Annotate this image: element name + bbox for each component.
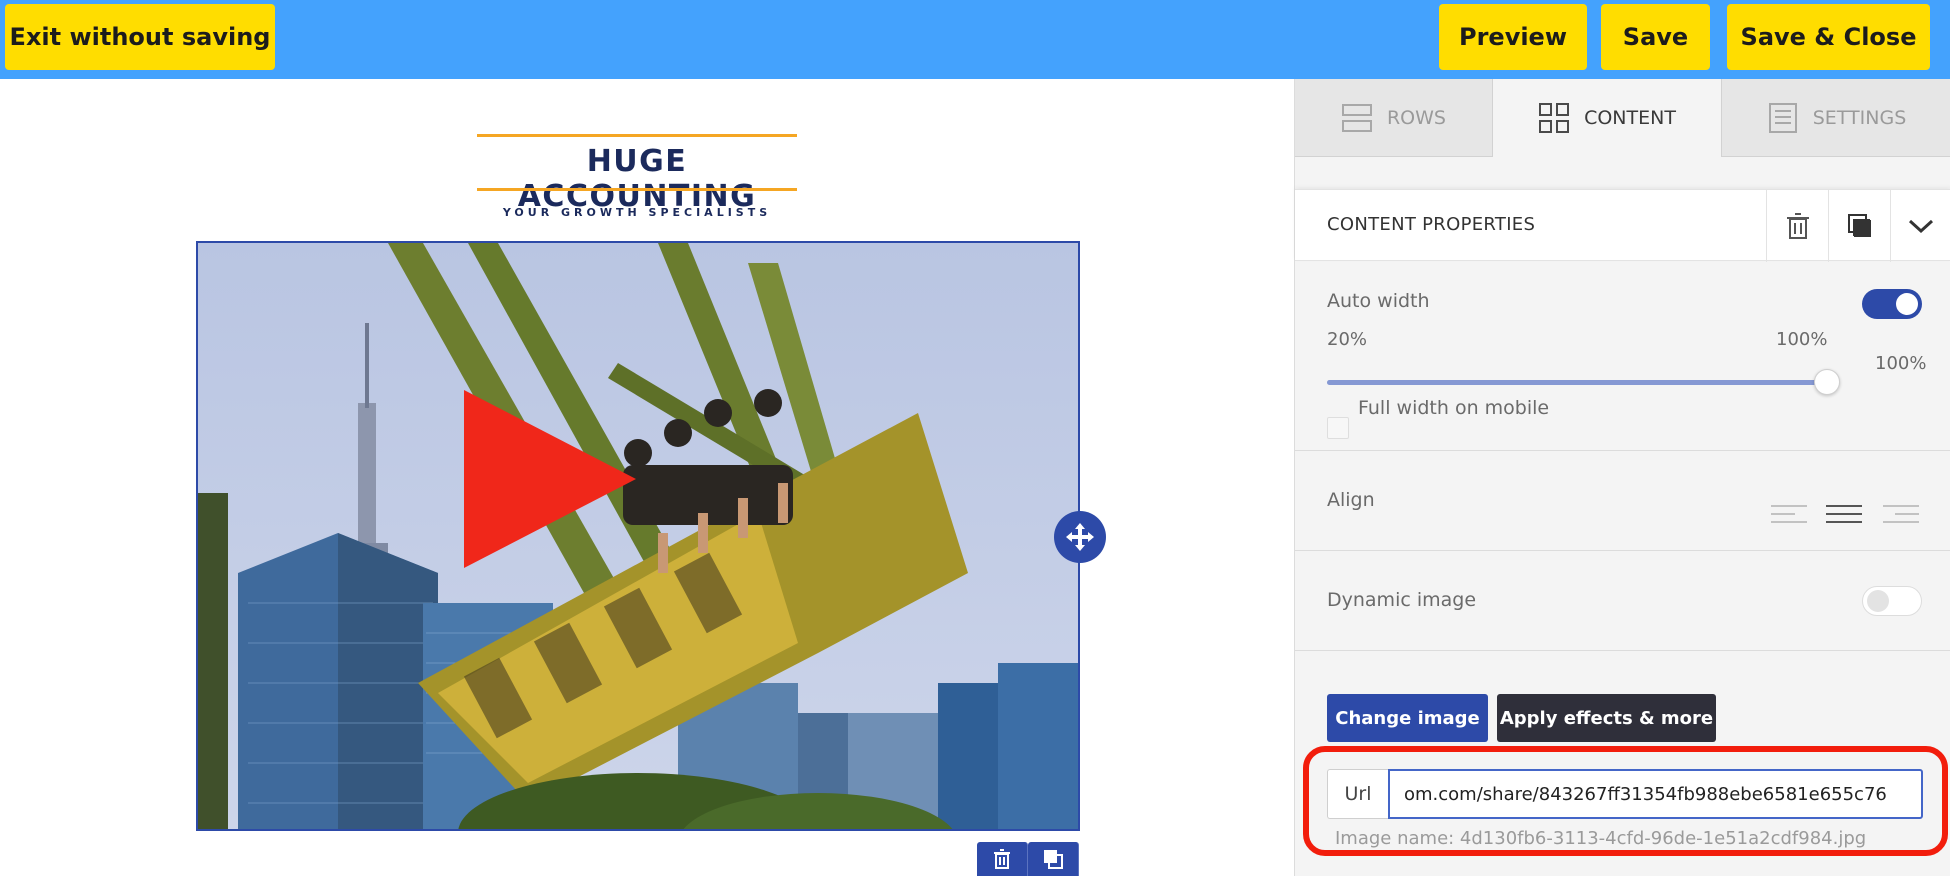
auto-width-label: Auto width	[1327, 290, 1430, 312]
change-image-button[interactable]: Change image	[1327, 694, 1488, 742]
tab-rows-label: ROWS	[1386, 106, 1446, 129]
align-left-icon[interactable]	[1771, 503, 1807, 525]
dynamic-image-row: Dynamic image	[1295, 551, 1950, 651]
auto-width-toggle[interactable]	[1862, 289, 1922, 319]
align-row: Align	[1295, 451, 1950, 551]
settings-icon	[1768, 102, 1797, 133]
url-label: Url	[1327, 769, 1388, 819]
slider-thumb[interactable]	[1814, 369, 1840, 395]
top-toolbar: Exit without saving Preview Save Save & …	[0, 0, 1950, 79]
full-width-mobile-checkbox[interactable]	[1327, 417, 1349, 439]
move-arrows-icon[interactable]	[1054, 511, 1106, 563]
company-logo: HUGE ACCOUNTING YOUR GROWTH SPECIALISTS	[477, 134, 797, 224]
tab-settings-label: SETTINGS	[1812, 106, 1907, 129]
logo-rule-top	[477, 134, 797, 137]
duplicate-icon[interactable]	[1028, 842, 1079, 876]
content-grid-icon	[1539, 103, 1570, 133]
dynamic-image-label: Dynamic image	[1327, 589, 1477, 611]
tab-rows[interactable]: ROWS	[1295, 79, 1493, 157]
align-label: Align	[1327, 489, 1375, 511]
align-right-icon[interactable]	[1883, 503, 1919, 525]
auto-width-row: Auto width 20% 100% 100% Full width on m…	[1295, 261, 1950, 451]
slider-max-label: 100%	[1776, 329, 1828, 350]
rows-icon	[1341, 103, 1372, 132]
tab-settings[interactable]: SETTINGS	[1722, 79, 1950, 157]
full-width-mobile-label: Full width on mobile	[1358, 397, 1550, 419]
slider-fill	[1327, 380, 1827, 385]
slider-min-label: 20%	[1327, 329, 1368, 350]
tab-content[interactable]: CONTENT	[1493, 79, 1722, 157]
image-url-input[interactable]	[1388, 769, 1923, 819]
content-properties-title: CONTENT PROPERTIES	[1327, 214, 1536, 235]
save-and-close-button[interactable]: Save & Close	[1727, 4, 1930, 70]
trash-icon[interactable]	[1766, 190, 1828, 262]
chevron-down-icon[interactable]	[1890, 190, 1950, 262]
width-slider[interactable]	[1327, 369, 1840, 395]
dynamic-image-toggle[interactable]	[1862, 586, 1922, 616]
content-properties-header: CONTENT PROPERTIES	[1295, 189, 1950, 262]
tab-content-label: CONTENT	[1584, 107, 1676, 129]
trash-icon[interactable]	[977, 842, 1028, 876]
logo-name: HUGE ACCOUNTING	[517, 144, 757, 214]
exit-without-saving-button[interactable]: Exit without saving	[5, 4, 275, 70]
duplicate-icon[interactable]	[1828, 190, 1890, 262]
preview-button[interactable]: Preview	[1439, 4, 1587, 70]
align-center-icon[interactable]	[1826, 503, 1862, 525]
properties-panel: ROWS CONTENT SETTINGS CONTENT PROPERTIES…	[1294, 79, 1950, 876]
apply-effects-button[interactable]: Apply effects & more	[1497, 694, 1716, 742]
save-button[interactable]: Save	[1601, 4, 1710, 70]
logo-rule-bottom	[477, 188, 797, 191]
url-field-group: Url	[1327, 769, 1923, 819]
block-toolbar	[977, 842, 1079, 876]
image-name-text: Image name: 4d130fb6-3113-4cfd-96de-1e51…	[1335, 828, 1867, 849]
amusement-ride-photo	[198, 243, 1078, 829]
panel-tabs: ROWS CONTENT SETTINGS	[1295, 79, 1950, 157]
image-content-block[interactable]	[196, 241, 1080, 831]
slider-value: 100%	[1875, 353, 1927, 374]
logo-tagline: YOUR GROWTH SPECIALISTS	[502, 206, 772, 219]
